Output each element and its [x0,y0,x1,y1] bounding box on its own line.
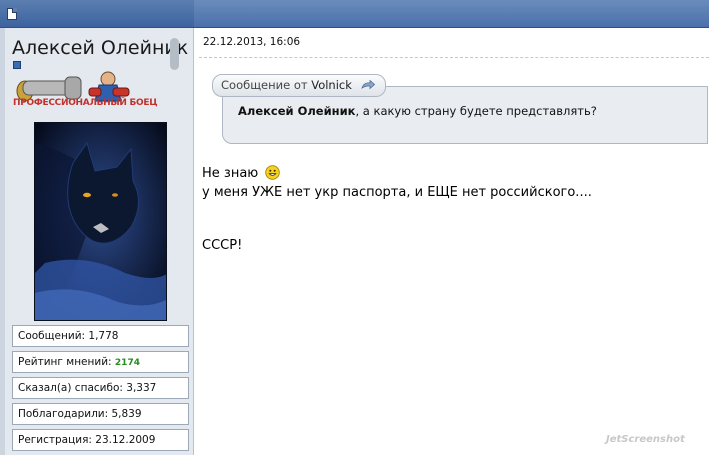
stat-thanks-received: Поблагодарили: 5,839 [12,403,189,425]
post-header-left [0,0,194,28]
stat-label: Рейтинг мнений: [18,356,112,368]
user-stats: Сообщений: 1,778 Рейтинг мнений: 2174 Ск… [12,325,189,455]
post-date: 22.12.2013, 16:06 [203,36,301,48]
user-info-panel: Алексей Олейник ПРОФЕССИОНАЛЬНЫЙ БОЕЦ Со… [0,28,194,455]
online-status-indicator [170,38,179,70]
post-header-right [194,0,709,28]
quote-author[interactable]: Volnick [311,78,352,92]
stat-registration: Регистрация: 23.12.2009 [12,429,189,451]
post-line-3: СССР! [202,238,243,253]
stat-value: 23.12.2009 [95,434,156,446]
screenshot-watermark: JetScreenshot [606,434,685,445]
user-status-icon[interactable] [13,61,21,69]
stat-value: 3,337 [126,382,157,394]
rank-label: ПРОФЕССИОНАЛЬНЫЙ БОЕЦ [13,98,158,108]
post-header-bar [0,0,709,28]
stat-posts: Сообщений: 1,778 [12,325,189,347]
quote-header: Сообщение от Volnick [212,74,386,97]
quoted-name: Алексей Олейник [238,104,356,118]
username[interactable]: Алексей Олейник [12,37,188,59]
quote-text: Алексей Олейник, а какую страну будете п… [238,104,597,118]
quote-header-prefix: Сообщение от [221,78,308,92]
rank-badge: ПРОФЕССИОНАЛЬНЫЙ БОЕЦ [13,71,158,115]
smiley-icon [265,165,281,180]
post-line-1: Не знаю [202,165,281,181]
post-line-text: Не знаю [202,166,259,181]
view-post-arrow-icon[interactable] [360,80,375,90]
post-document-icon[interactable] [7,8,17,20]
stat-label: Поблагодарили: [18,408,109,420]
wolf-avatar-image [35,123,166,320]
stat-value: 5,839 [111,408,142,420]
stat-value: 1,778 [88,330,119,342]
avatar[interactable] [34,122,167,321]
stat-rating: Рейтинг мнений: 2174 [12,351,189,373]
quote-body: , а какую страну будете представлять? [355,104,597,118]
stat-value[interactable]: 2174 [115,358,140,368]
post-divider [199,57,709,58]
stat-label: Сказал(а) спасибо: [18,382,123,394]
stat-label: Регистрация: [18,434,92,446]
rank-badge-graphic [16,71,130,102]
stat-label: Сообщений: [18,330,86,342]
stat-thanks-given: Сказал(а) спасибо: 3,337 [12,377,189,399]
post-line-2: у меня УЖЕ нет укр паспорта, и ЕЩЕ нет р… [202,185,592,200]
